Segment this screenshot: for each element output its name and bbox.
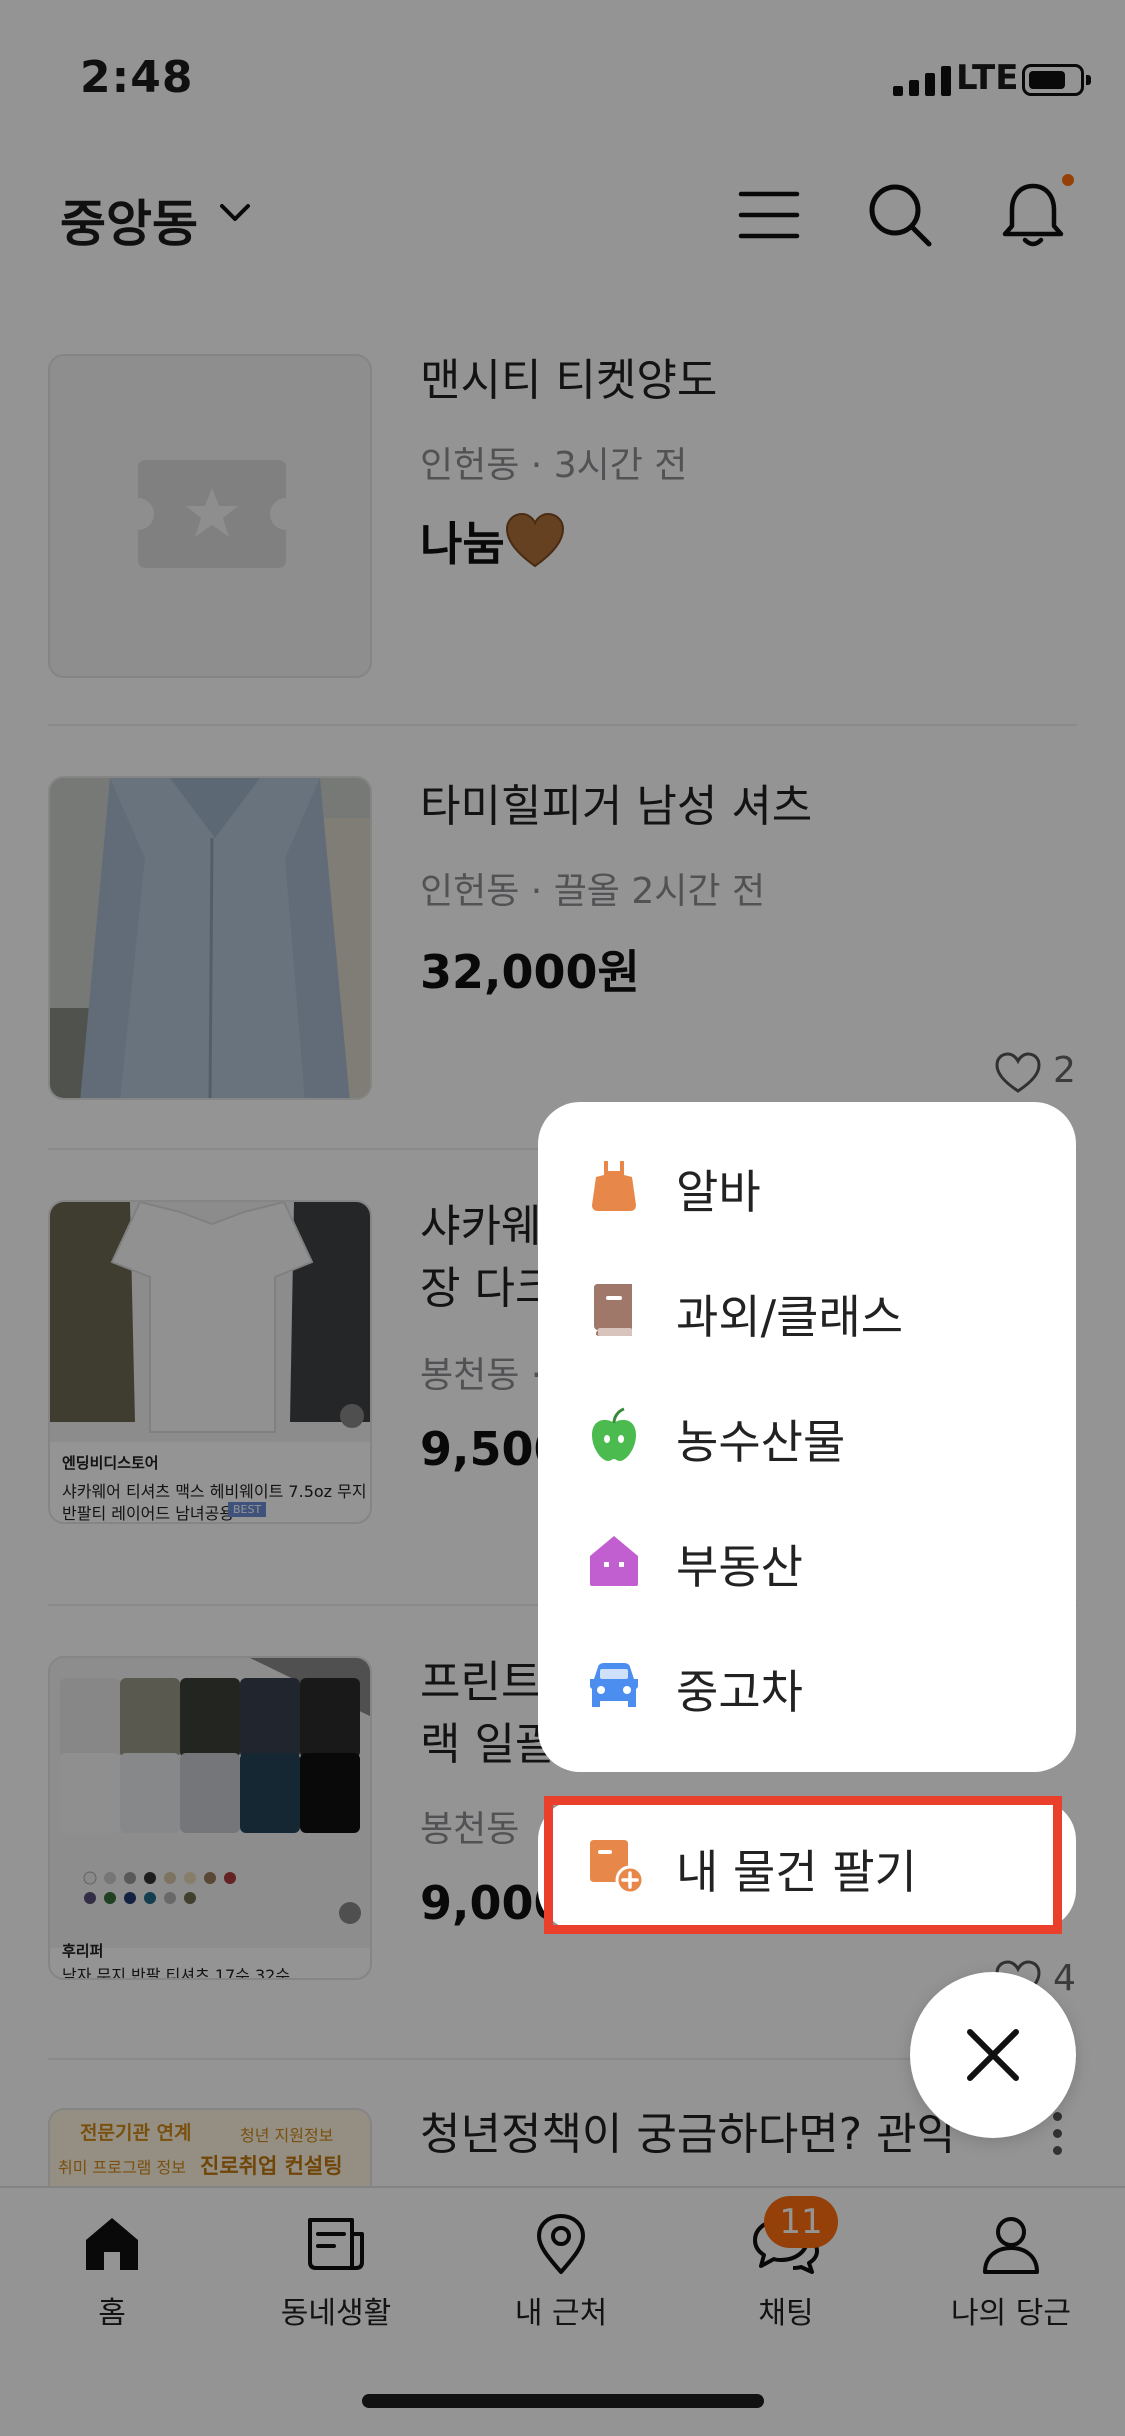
menu-item-real-estate[interactable]: 부동산 <box>538 1505 1076 1615</box>
menu-item-label: 농수산물 <box>676 1415 846 1469</box>
write-menu: 알바 과외/클래스 농수산물 부동산 중고차 <box>538 1102 1076 1772</box>
menu-item-label: 중고차 <box>676 1665 803 1719</box>
menu-item-label: 알바 <box>676 1165 761 1219</box>
close-menu-button[interactable] <box>910 1972 1076 2138</box>
highlight-box <box>544 1796 1062 1934</box>
close-icon <box>967 2029 1019 2081</box>
menu-item-label: 부동산 <box>676 1540 803 1594</box>
menu-item-label: 과외/클래스 <box>676 1290 904 1344</box>
apron-icon <box>592 1161 636 1211</box>
menu-item-class[interactable]: 과외/클래스 <box>538 1255 1076 1365</box>
book-icon <box>594 1284 632 1336</box>
menu-item-used-car[interactable]: 중고차 <box>538 1630 1076 1740</box>
home-indicator <box>362 2394 764 2408</box>
apple-icon <box>592 1407 636 1461</box>
car-icon <box>590 1663 638 1707</box>
menu-item-produce[interactable]: 농수산물 <box>538 1380 1076 1490</box>
menu-item-part-time-job[interactable]: 알바 <box>538 1130 1076 1240</box>
house-icon <box>590 1536 638 1586</box>
